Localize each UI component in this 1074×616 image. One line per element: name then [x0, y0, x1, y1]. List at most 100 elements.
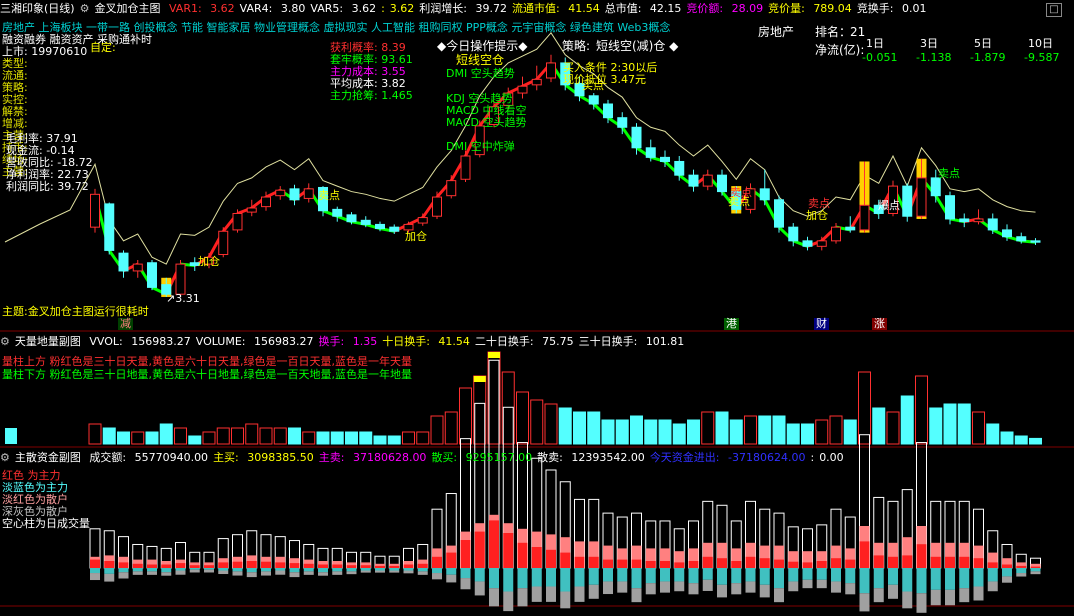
fund-main-buy: [246, 561, 257, 568]
volume-bar: [159, 423, 173, 445]
fund-legend: 红色 为主力 淡蓝色为主力 淡红色为散户 深灰色为散户 空心柱为日成交量: [2, 470, 90, 530]
volume-bar: [744, 415, 757, 445]
expand-icon[interactable]: □: [1046, 3, 1062, 17]
candle-body: [617, 117, 628, 128]
fund-retail-sell: [175, 570, 186, 575]
volume-bar: [601, 419, 615, 445]
volume-bar: [487, 351, 501, 445]
fund-main-sell: [246, 568, 257, 573]
flow-day-label: 5日: [974, 37, 992, 50]
fund-retail-sell: [531, 586, 542, 602]
volume-bar: [858, 371, 871, 445]
header-item-value: 789.04: [813, 2, 852, 15]
fund-indicator-name[interactable]: 主散资金副图: [15, 451, 81, 464]
candle-body: [674, 160, 685, 176]
fund-main-buy: [161, 564, 172, 568]
fund-retail-sell: [816, 579, 827, 589]
fund-main-buy: [902, 555, 913, 568]
indicator-name[interactable]: 金叉加仓主图: [94, 2, 160, 15]
candle-body: [959, 218, 970, 223]
fund-main-sell: [546, 568, 556, 587]
stat-label: 主力抢筹:: [330, 89, 382, 102]
fund-main-buy: [303, 563, 314, 568]
header-item-value: 156983.27: [131, 335, 191, 348]
fund-main-buy: [702, 556, 713, 568]
candle-body: [831, 226, 841, 242]
fund-main-sell: [617, 568, 628, 582]
volume-bar: [815, 419, 829, 445]
fund-main-sell: [1002, 568, 1012, 577]
settings-icon[interactable]: ⚙: [0, 335, 10, 348]
fund-main-buy: [717, 558, 727, 568]
candle-body: [546, 62, 556, 79]
fund-retail-sell: [731, 583, 742, 595]
fund-retail-sell: [831, 581, 841, 593]
fund-main-buy: [275, 562, 286, 568]
fund-main-buy: [973, 558, 984, 568]
header-item-label: :: [381, 2, 385, 15]
volume-bar: [886, 411, 900, 445]
header-item-label: 今天资金进出:: [649, 451, 724, 464]
fund-retail-sell: [446, 574, 457, 583]
fund-main-buy: [517, 542, 528, 568]
fund-main-buy: [446, 552, 457, 568]
candle-body: [346, 214, 357, 223]
volume-header: ⚙ 天量地量副图 VVOL: 156983.27 VOLUME: 156983.27…: [0, 333, 1074, 351]
fund-main-sell: [645, 568, 656, 584]
header-item-label: 竞换手:: [856, 2, 898, 15]
candle-body: [446, 180, 457, 197]
candle-body: [517, 85, 528, 94]
settings-icon[interactable]: ⚙: [0, 451, 10, 464]
fund-main-sell: [973, 568, 984, 587]
settings-icon[interactable]: ⚙: [80, 2, 90, 15]
volume-bar: [630, 415, 643, 445]
candle-body: [1030, 240, 1041, 243]
fund-main-buy: [1002, 564, 1012, 568]
volume-indicator-name[interactable]: 天量地量副图: [15, 335, 81, 348]
fund-main-sell: [902, 568, 913, 592]
header-item-label: 十日换手:: [382, 335, 434, 348]
candle-body: [118, 252, 129, 272]
fund-main-buy: [674, 562, 685, 568]
chart-mark: 卖点: [938, 167, 960, 180]
fund-main-sell: [774, 568, 784, 589]
candle-body: [432, 196, 442, 217]
fund-retail-sell: [645, 583, 656, 595]
volume-bar: [416, 431, 430, 445]
fund-main-sell: [489, 568, 499, 589]
candle-body: [147, 262, 157, 288]
fund-main-buy: [617, 559, 628, 568]
event-tag[interactable]: 财: [814, 318, 829, 330]
fund-main-sell: [261, 568, 271, 572]
volume-bar: [430, 415, 444, 445]
fund-retail-sell: [303, 571, 314, 575]
volume-bar: [373, 435, 387, 445]
candle-body: [232, 212, 243, 231]
fund-main-sell: [574, 568, 585, 587]
candle-body: [688, 174, 699, 187]
fund-retail-sell: [759, 584, 770, 598]
fund-main-buy: [987, 562, 998, 568]
fund-main-sell: [802, 568, 813, 580]
chart-canvas: [0, 32, 1074, 613]
candle-body: [717, 174, 727, 193]
fund-retail-sell: [674, 581, 685, 592]
stock-title[interactable]: 三湘印象(日线): [0, 2, 75, 15]
candle-body: [104, 203, 115, 251]
header-item-value: 39.72: [475, 2, 508, 15]
fund-retail-sell: [503, 591, 514, 612]
volume-legend-top: 量柱上方 粉红色是三十日天量,黄色是六十日天量,绿色是一百日天量,蓝色是一年天量: [2, 355, 412, 368]
fund-main-sell: [1030, 568, 1041, 572]
header-item-value: 41.54: [438, 335, 470, 348]
header-item-label: 散买:: [431, 451, 461, 464]
volume-bar: [786, 423, 800, 445]
volume-bar: [972, 411, 985, 445]
event-tag[interactable]: 减: [118, 318, 133, 330]
signal-dmi: DMI 空头趋势: [446, 67, 515, 80]
volume-bar: [88, 423, 102, 445]
volume-bar: [829, 415, 843, 445]
volume-bar: [316, 431, 330, 445]
event-tag[interactable]: 港: [724, 318, 739, 330]
volume-bar: [145, 431, 159, 445]
event-tag[interactable]: 涨: [872, 318, 887, 330]
